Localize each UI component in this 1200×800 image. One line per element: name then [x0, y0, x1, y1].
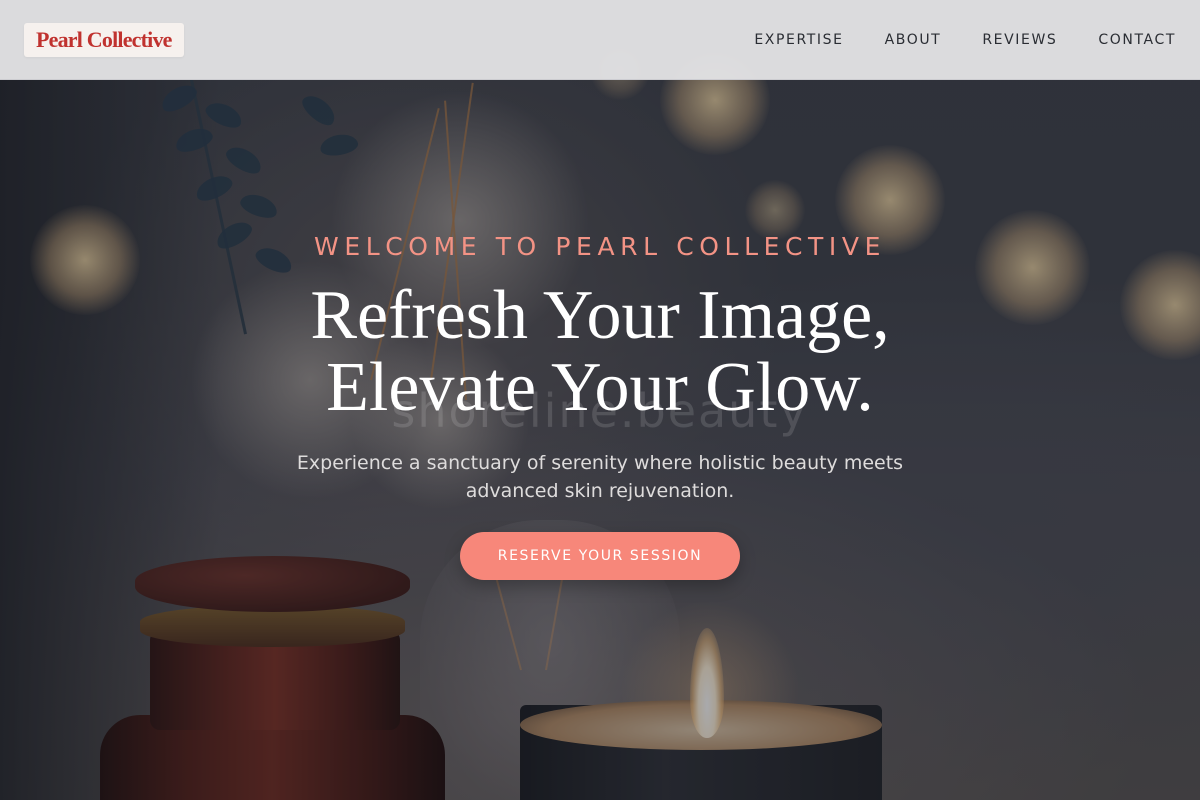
- hero-section: WELCOME TO PEARL COLLECTIVE Refresh Your…: [0, 0, 1200, 800]
- hero-headline: Refresh Your Image, Elevate Your Glow.: [0, 280, 1200, 424]
- hero-headline-line-1: Refresh Your Image,: [310, 277, 890, 354]
- hero-eyebrow: WELCOME TO PEARL COLLECTIVE: [314, 232, 886, 261]
- hero-headline-line-2: Elevate Your Glow.: [326, 349, 874, 426]
- hero-subtext: Experience a sanctuary of serenity where…: [296, 452, 904, 502]
- reserve-session-button[interactable]: RESERVE YOUR SESSION: [460, 532, 740, 580]
- page: shoreline.beauty Pearl Collective EXPERT…: [0, 0, 1200, 800]
